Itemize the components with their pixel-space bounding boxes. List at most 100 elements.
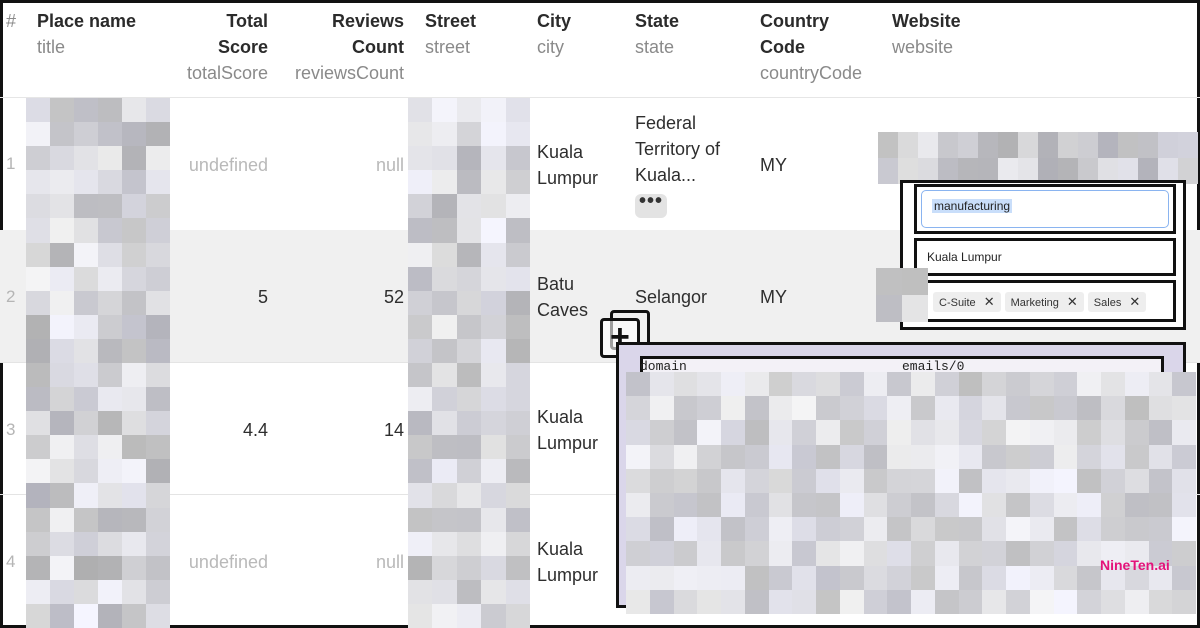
mosaic-tile (122, 122, 146, 147)
col-header-country-code[interactable]: Country Code countryCode (760, 8, 862, 86)
mosaic-tile (816, 444, 840, 469)
col-header-reviews-count[interactable]: Reviews Count reviewsCount (280, 8, 404, 86)
mosaic-tile (721, 493, 745, 518)
mosaic-tile (98, 507, 122, 532)
mosaic-tile (958, 468, 983, 493)
mosaic-tile (878, 132, 898, 158)
mosaic-tile (744, 468, 769, 493)
mosaic-tile (673, 589, 698, 614)
col-header-total-score[interactable]: Total Score totalScore (170, 8, 268, 86)
mosaic-tile (1006, 541, 1030, 566)
mosaic-tile (887, 372, 911, 397)
mosaic-tile (408, 314, 433, 339)
mosaic-tile (26, 98, 50, 123)
mosaic-tile (887, 468, 911, 493)
mosaic-tile (626, 565, 650, 590)
mosaic-tile (98, 531, 122, 556)
col-header-city[interactable]: City city (537, 8, 571, 60)
mosaic-tile (408, 411, 433, 436)
mosaic-tile (982, 372, 1006, 397)
tag-chip[interactable]: Sales ✕ (1087, 292, 1147, 312)
col-header-place-name[interactable]: Place name title (37, 8, 136, 60)
mosaic-tile (146, 266, 170, 291)
mosaic-tile (50, 579, 74, 604)
mosaic-tile (146, 579, 170, 604)
mosaic-tile (934, 444, 959, 469)
location-input-value[interactable]: Kuala Lumpur (927, 250, 1002, 264)
col-header-state[interactable]: State state (635, 8, 679, 60)
mosaic-tile (408, 603, 433, 628)
mosaic-tile (816, 396, 840, 421)
mosaic-tile (481, 483, 506, 508)
mosaic-tile (934, 372, 959, 397)
expand-more-button[interactable]: ••• (635, 191, 667, 218)
mosaic-tile (863, 396, 888, 421)
mosaic-tile (481, 122, 506, 147)
mosaic-tile (505, 363, 530, 388)
mosaic-tile (697, 420, 721, 445)
mosaic-tile (481, 242, 506, 267)
mosaic-tile (505, 338, 530, 363)
mosaic-tile (902, 268, 928, 295)
mosaic-tile (456, 507, 482, 532)
mosaic-tile (50, 483, 74, 508)
mosaic-tile (50, 266, 74, 291)
remove-tag-icon[interactable]: ✕ (984, 294, 995, 309)
mosaic-tile (432, 290, 457, 315)
mosaic-tile (408, 98, 433, 123)
mosaic-tile (1006, 444, 1030, 469)
mosaic-tile (1029, 565, 1054, 590)
mosaic-tile (673, 541, 698, 566)
mosaic-tile (887, 396, 911, 421)
cell-state: Federal Territory of Kuala... ••• (635, 110, 720, 218)
mosaic-tile (26, 555, 50, 580)
mosaic-tile (408, 387, 433, 412)
mosaic-tile (1077, 444, 1101, 469)
mosaic-tile (122, 579, 146, 604)
mosaic-tile (408, 579, 433, 604)
mosaic-tile (122, 483, 146, 508)
mosaic-tile (792, 396, 816, 421)
mosaic-tile (1029, 372, 1054, 397)
mosaic-tile (958, 396, 983, 421)
location-field[interactable]: Kuala Lumpur (914, 238, 1176, 276)
mosaic-tile (26, 603, 50, 628)
mosaic-tile (1158, 132, 1178, 158)
mosaic-tile (505, 459, 530, 484)
cell-reviews-count: null (375, 552, 404, 572)
mosaic-tile (792, 589, 816, 614)
mosaic-tile (432, 531, 457, 556)
mosaic-tile (26, 290, 50, 315)
mosaic-tile (744, 541, 769, 566)
mosaic-tile (816, 493, 840, 518)
mosaic-tile (1124, 396, 1149, 421)
mosaic-tile (456, 555, 482, 580)
remove-tag-icon[interactable]: ✕ (1067, 294, 1078, 309)
mosaic-tile (408, 435, 433, 460)
mosaic-tile (1172, 372, 1196, 397)
mosaic-tile (98, 579, 122, 604)
col-header-website[interactable]: Website website (892, 8, 961, 60)
mosaic-tile (1172, 565, 1196, 590)
mosaic-tile (1148, 420, 1173, 445)
col-header-street[interactable]: Street street (425, 8, 476, 60)
mosaic-tile (1053, 565, 1078, 590)
mosaic-tile (1101, 420, 1125, 445)
mosaic-tile (816, 565, 840, 590)
mosaic-tile (863, 468, 888, 493)
mosaic-tile (432, 170, 457, 195)
mosaic-tile (26, 459, 50, 484)
keyword-field[interactable]: manufacturing (914, 184, 1176, 234)
keyword-input-value[interactable]: manufacturing (932, 199, 1013, 213)
brand-logo: NineTen.ai (1100, 557, 1170, 573)
remove-tag-icon[interactable]: ✕ (1129, 294, 1140, 309)
mosaic-tile (934, 589, 959, 614)
mosaic-tile (505, 194, 530, 219)
mosaic-tile (649, 420, 674, 445)
job-titles-tag-input[interactable]: C-Suite ✕ Marketing ✕ Sales ✕ (914, 280, 1176, 322)
tag-chip[interactable]: Marketing ✕ (1004, 292, 1084, 312)
mosaic-tile (122, 363, 146, 388)
tag-chip[interactable]: C-Suite ✕ (933, 292, 1001, 312)
mosaic-tile (934, 396, 959, 421)
mosaic-tile (958, 132, 978, 158)
